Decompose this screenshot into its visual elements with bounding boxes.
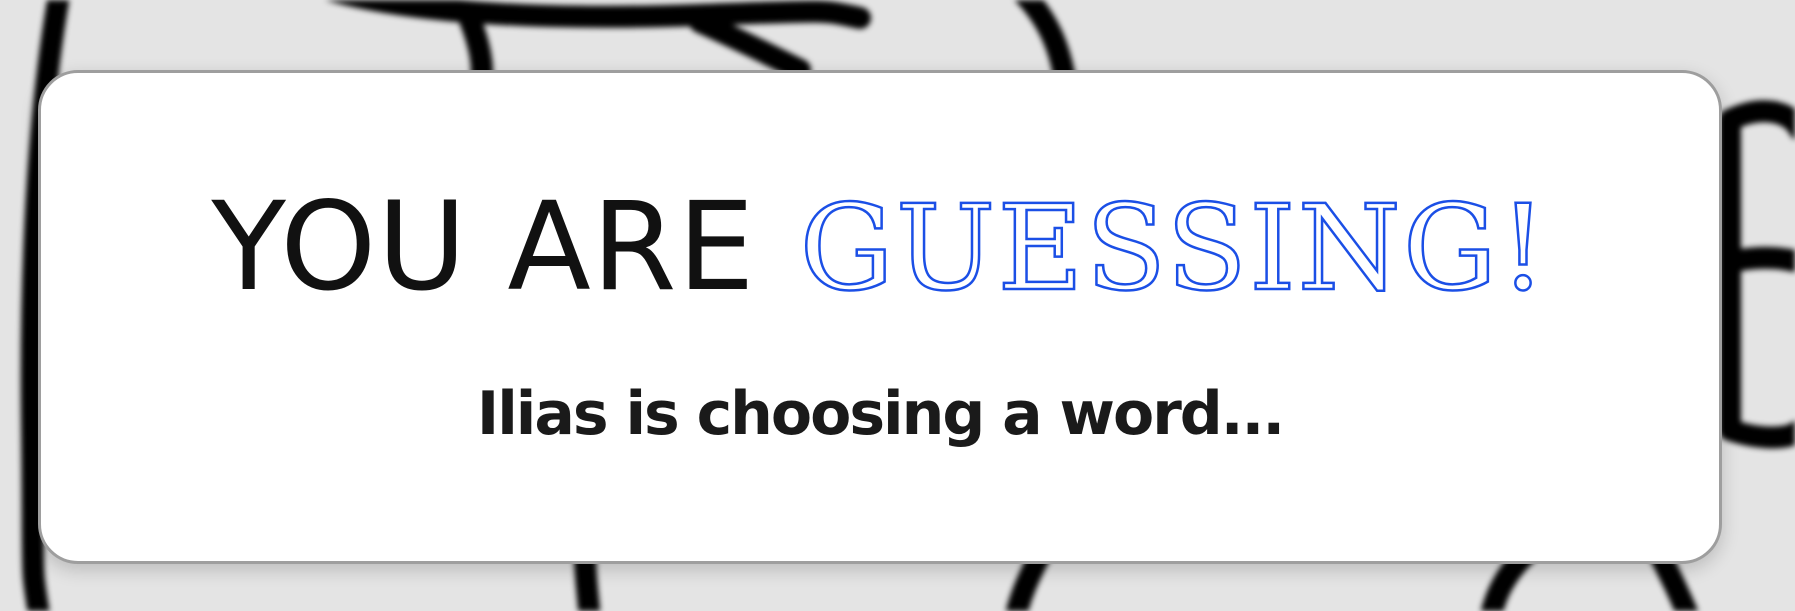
canvas-stroke [689, 11, 811, 81]
canvas-stroke [1014, 0, 1076, 91]
headline-role: GUESSING! [798, 178, 1549, 319]
round-status-modal: YOU ARE GUESSING! Ilias is choosing a wo… [38, 70, 1722, 564]
headline-prefix: YOU ARE [211, 176, 756, 318]
canvas-stroke [1719, 109, 1795, 449]
role-headline: YOU ARE GUESSING! [41, 176, 1719, 318]
canvas-stroke [1729, 246, 1795, 273]
status-message: Ilias is choosing a word... [476, 379, 1285, 449]
canvas-stroke [325, 0, 871, 29]
